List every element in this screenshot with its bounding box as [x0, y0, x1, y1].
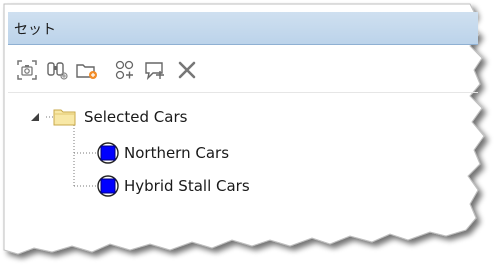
comment-add-icon: [145, 62, 164, 81]
tree-node-hybrid-stall-cars[interactable]: Hybrid Stall Cars: [96, 174, 250, 198]
add-node-button[interactable]: [112, 57, 138, 83]
camera-frame-icon: [17, 60, 37, 80]
camera-frame-button[interactable]: [14, 57, 40, 83]
add-comment-button[interactable]: [142, 57, 168, 83]
tree-node-northern-cars[interactable]: Northern Cars: [96, 141, 229, 165]
set-icon: [97, 142, 119, 164]
expand-triangle-icon[interactable]: [28, 110, 42, 124]
set-icon: [97, 175, 119, 197]
delete-button[interactable]: [174, 57, 200, 83]
binoculars-icon: [47, 62, 68, 80]
toolbar: [8, 53, 478, 87]
find-button[interactable]: [44, 57, 70, 83]
folder-icon: [53, 109, 76, 126]
delete-x-icon: [178, 61, 196, 79]
sets-tree: Selected Cars Northern Cars Hybrid Stall…: [8, 95, 478, 235]
panel-titlebar: セット: [8, 12, 478, 45]
tree-node-label: Hybrid Stall Cars: [124, 177, 250, 195]
panel-title: セット: [14, 22, 56, 38]
screenshot-stage: セット Selected Cars Northern Cars Hybrid S…: [0, 0, 503, 274]
add-node-icon: [115, 60, 134, 80]
toolbar-divider: [8, 92, 478, 93]
tree-node-label: Northern Cars: [124, 144, 230, 162]
tree-node-root[interactable]: Selected Cars: [28, 105, 187, 129]
sets-panel: セット Selected Cars Northern Cars Hybrid S…: [0, 0, 503, 274]
tree-node-label: Selected Cars: [84, 108, 188, 126]
new-folder-icon: [76, 64, 97, 79]
new-folder-button[interactable]: [74, 57, 100, 83]
